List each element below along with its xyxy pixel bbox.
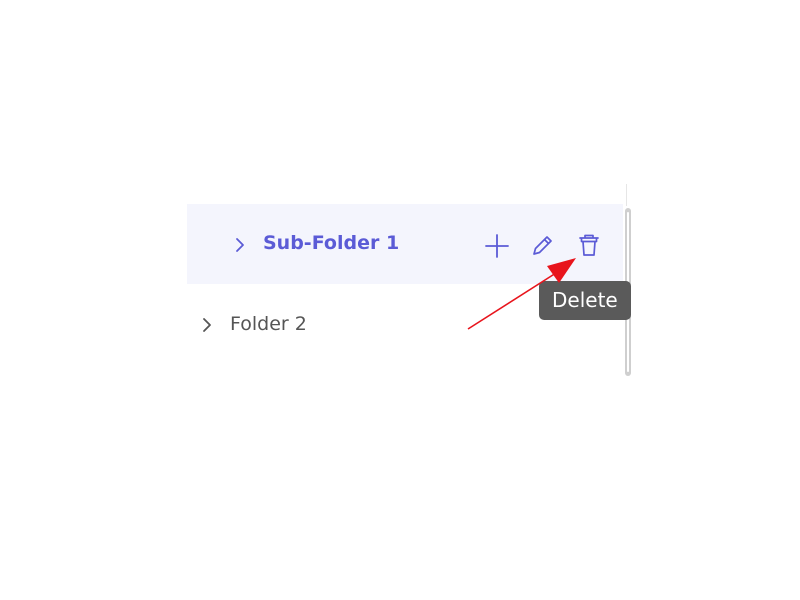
panel-divider bbox=[626, 184, 627, 206]
chevron-right-icon[interactable] bbox=[234, 237, 246, 253]
tree-row-sub-folder-1[interactable] bbox=[187, 204, 623, 284]
annotation-arrow bbox=[467, 258, 576, 330]
tree-item-label[interactable]: Folder 2 bbox=[230, 313, 307, 335]
folder-tree-panel: Sub-Folder 1 Folder 2 Delete bbox=[0, 0, 800, 600]
plus-icon bbox=[485, 234, 509, 258]
delete-tooltip: Delete bbox=[539, 281, 631, 320]
delete-folder-button[interactable] bbox=[575, 231, 603, 259]
rename-folder-button[interactable] bbox=[528, 232, 556, 260]
add-subfolder-button[interactable] bbox=[483, 232, 511, 260]
pencil-icon bbox=[533, 236, 552, 255]
trash-icon bbox=[579, 234, 599, 256]
tree-item-label[interactable]: Sub-Folder 1 bbox=[263, 232, 399, 254]
chevron-right-icon[interactable] bbox=[201, 317, 213, 333]
